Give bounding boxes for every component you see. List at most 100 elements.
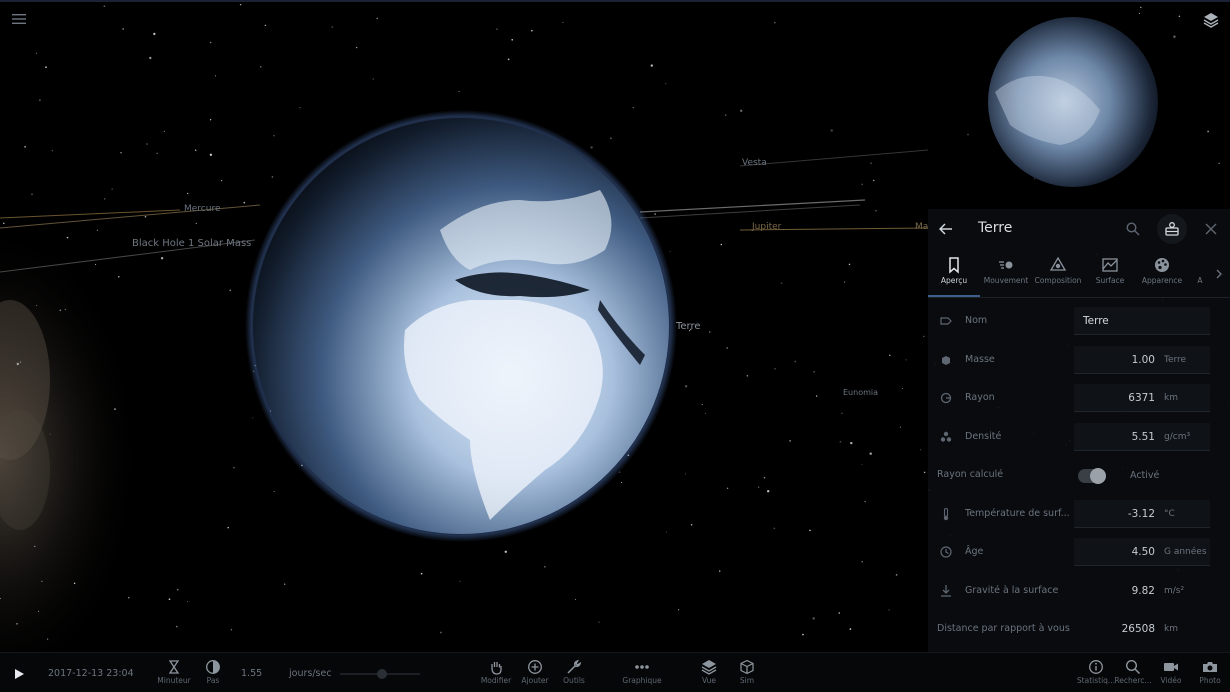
prop-row-gravite: Gravité à la surface 9.82 m/s² (928, 577, 1230, 607)
layers-icon (701, 660, 717, 675)
prop-row-temperature: Température de surf... -3.12 °C (928, 500, 1230, 530)
panel-tabs: Aperçu Mouvement Composition Surface App… (928, 251, 1230, 297)
mass-value: 1.00 (1131, 354, 1155, 366)
step-button[interactable]: Pas (193, 657, 233, 691)
video-button[interactable]: Vidéo (1151, 657, 1191, 691)
radius-field[interactable]: 6371 km (1074, 384, 1210, 412)
tab-composition[interactable]: Composition (1032, 251, 1084, 297)
label-mercure[interactable]: Mercure (184, 204, 221, 214)
tab-apercu-label: Aperçu (940, 276, 968, 285)
tab-more-label: A (1197, 276, 1203, 285)
label-ma[interactable]: Ma (915, 222, 928, 232)
tab-surface[interactable]: Surface (1084, 251, 1136, 297)
statistics-button[interactable]: Statistiq... (1076, 657, 1116, 691)
object-panel: Terre Aperçu Mouvement Composition Surfa… (928, 209, 1230, 652)
menu-icon[interactable] (10, 10, 28, 28)
timer-label: Minuteur (157, 676, 191, 685)
temperature-field[interactable]: -3.12 °C (1074, 500, 1210, 528)
sim-button[interactable]: Sim (727, 657, 767, 691)
cube-icon (740, 659, 754, 675)
gravity-unit[interactable]: m/s² (1164, 586, 1184, 596)
graphics-button[interactable]: Graphique (622, 657, 662, 691)
tools-button[interactable]: Outils (554, 657, 594, 691)
timer-button[interactable]: Minuteur (154, 657, 194, 691)
step-label: Pas (206, 676, 220, 685)
statistics-label: Statistiq... (1076, 676, 1116, 685)
add-button[interactable]: Ajouter (515, 657, 555, 691)
temperature-value: -3.12 (1127, 508, 1155, 520)
panel-title: Terre (978, 220, 1013, 236)
tabs-next-chevron-icon[interactable] (1212, 265, 1226, 283)
tab-apercu[interactable]: Aperçu (928, 251, 980, 297)
density-value: 5.51 (1131, 431, 1155, 443)
prop-label-rayon: Rayon (965, 392, 995, 403)
prop-row-distance: Distance par rapport à vous 26508 km (928, 615, 1230, 645)
photo-button[interactable]: Photo (1190, 657, 1230, 691)
label-eunomia[interactable]: Eunomia (843, 388, 878, 397)
hourglass-icon (168, 660, 180, 674)
prop-label-nom: Nom (965, 315, 988, 326)
search-button[interactable]: Recherc... (1113, 657, 1153, 691)
graphics-label: Graphique (622, 676, 662, 685)
label-terre[interactable]: Terre (676, 321, 701, 332)
tab-apparence[interactable]: Apparence (1136, 251, 1188, 297)
mass-icon (942, 356, 950, 365)
mass-unit[interactable]: Terre (1164, 355, 1186, 365)
back-arrow-icon[interactable] (936, 219, 956, 239)
add-circle-icon (528, 660, 542, 674)
speed-slider-track[interactable] (340, 669, 420, 679)
radius-unit[interactable]: km (1164, 393, 1178, 403)
thermometer-icon (943, 507, 949, 521)
speed-value[interactable]: 1.55 (241, 668, 262, 679)
gravity-field: 9.82 m/s² (1074, 577, 1210, 605)
prop-row-age: Âge 4.50 G années (928, 538, 1230, 568)
sim-label: Sim (739, 676, 755, 685)
prop-label-distance: Distance par rapport à vous (937, 623, 1070, 634)
distance-value: 26508 (1121, 623, 1155, 635)
density-unit[interactable]: g/cm³ (1164, 432, 1190, 442)
prop-row-rayon-calcule: Rayon calculé Activé (928, 461, 1230, 491)
close-icon[interactable] (1201, 219, 1221, 239)
computed-radius-toggle[interactable] (1078, 468, 1106, 484)
motion-icon (999, 261, 1013, 269)
speed-slider-handle[interactable] (377, 669, 387, 679)
density-field[interactable]: 5.51 g/cm³ (1074, 423, 1210, 451)
label-vesta[interactable]: Vesta (742, 158, 767, 168)
tools-label: Outils (563, 676, 585, 685)
surface-icon (1102, 258, 1118, 272)
bottom-toolbar: 2017-12-13 23:04 Minuteur Pas 1.55 jours… (0, 652, 1230, 692)
speed-unit[interactable]: jours/sec (289, 668, 332, 679)
view-button[interactable]: Vue (689, 657, 729, 691)
prop-row-nom: Nom Terre (928, 307, 1230, 337)
layers-icon[interactable] (1201, 10, 1221, 30)
sim-date[interactable]: 2017-12-13 23:04 (48, 668, 134, 679)
hand-icon (491, 662, 502, 675)
tab-composition-label: Composition (1034, 276, 1082, 285)
photo-label: Photo (1199, 676, 1221, 685)
age-field[interactable]: 4.50 G années (1074, 538, 1210, 566)
distance-unit[interactable]: km (1164, 624, 1178, 634)
modify-label: Modifier (480, 676, 512, 685)
video-label: Vidéo (1160, 676, 1182, 685)
density-icon (940, 431, 952, 442)
tab-more[interactable]: A (1188, 251, 1212, 297)
mass-field[interactable]: 1.00 Terre (1074, 346, 1210, 374)
label-black-hole[interactable]: Black Hole 1 Solar Mass (132, 238, 251, 249)
label-jupiter[interactable]: Jupiter (752, 222, 781, 232)
age-value: 4.50 (1131, 546, 1155, 558)
info-icon (1089, 660, 1103, 674)
prop-row-masse: Masse 1.00 Terre (928, 346, 1230, 376)
age-unit[interactable]: G années (1164, 547, 1207, 557)
modify-button[interactable]: Modifier (476, 657, 516, 691)
tab-mouvement-label: Mouvement (983, 276, 1029, 285)
search-label: Recherc... (1114, 676, 1152, 685)
prop-label-age: Âge (965, 546, 984, 557)
search-icon[interactable] (1123, 219, 1143, 239)
play-icon[interactable] (8, 663, 30, 685)
composition-icon (1049, 256, 1067, 271)
prop-label-densite: Densité (965, 431, 1002, 442)
name-field[interactable]: Terre (1074, 307, 1210, 335)
follow-camera-icon[interactable] (1157, 214, 1187, 244)
temperature-unit[interactable]: °C (1164, 509, 1175, 519)
tab-mouvement[interactable]: Mouvement (980, 251, 1032, 297)
